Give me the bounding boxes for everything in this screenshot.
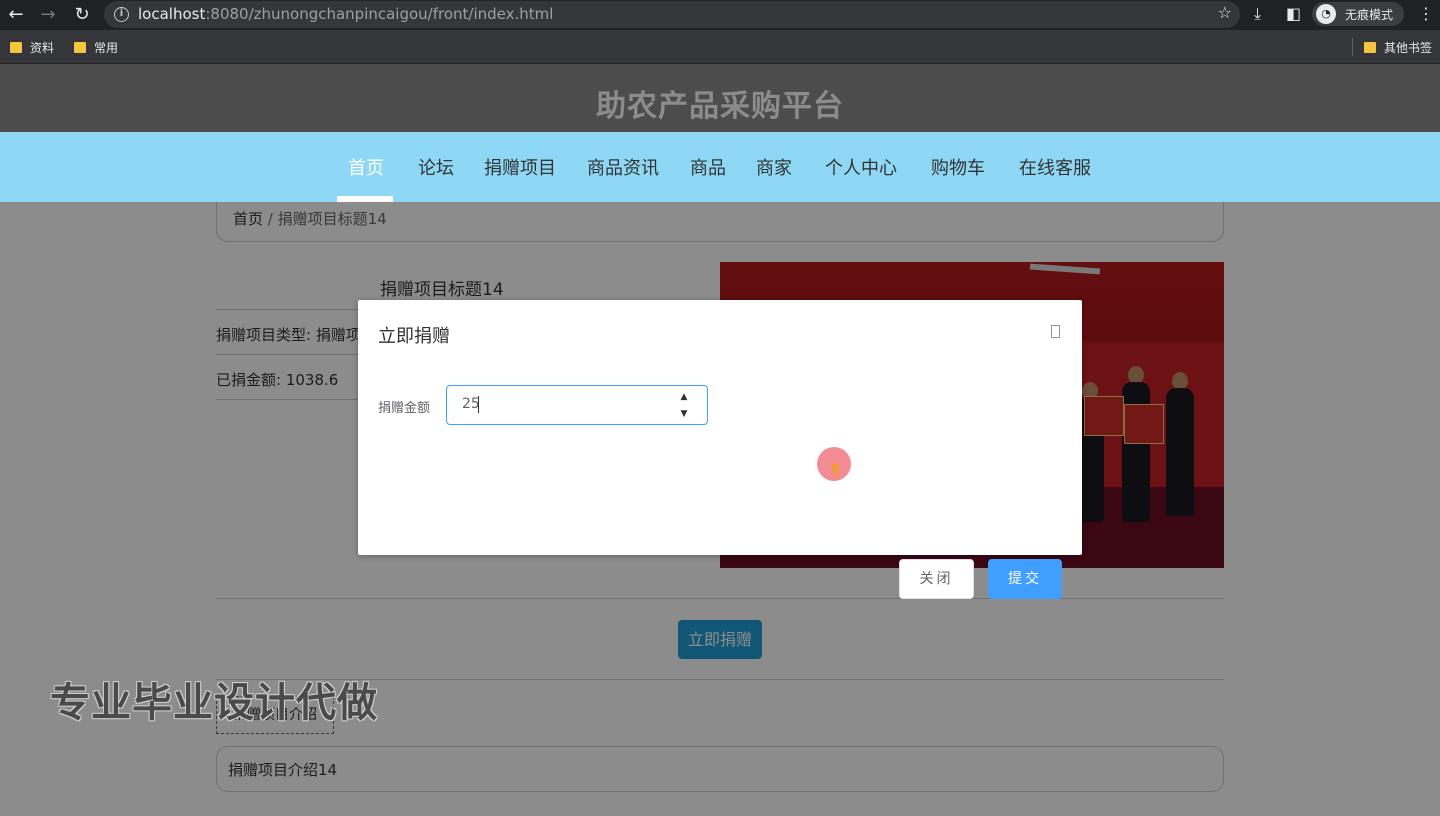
bookmark-folder-ziliao[interactable]: 资料	[10, 39, 54, 55]
nav-item-cart[interactable]: 购物车	[931, 154, 985, 180]
decrement-icon[interactable]: ▼	[677, 407, 691, 421]
sidepanel-icon[interactable]: ◧	[1286, 4, 1301, 23]
star-icon[interactable]: ☆	[1218, 3, 1232, 22]
increment-icon[interactable]: ▲	[677, 390, 691, 404]
bookmark-label: 其他书签	[1384, 41, 1433, 55]
forward-icon[interactable]: →	[36, 3, 60, 27]
back-icon[interactable]: ←	[4, 3, 28, 27]
browser-toolbar: ← → ↻ i localhost:8080/zhunongchanpincai…	[0, 0, 1440, 30]
download-icon[interactable]: ⤓	[1254, 4, 1261, 24]
bookmark-folder-other[interactable]: 其他书签	[1364, 39, 1432, 55]
donation-amount-input[interactable]: 25 ▲ ▼	[446, 385, 708, 425]
nav-item-donation-projects[interactable]: 捐赠项目	[484, 154, 556, 180]
close-button[interactable]: 关闭	[899, 559, 974, 599]
nav-item-online-service[interactable]: 在线客服	[1019, 154, 1091, 180]
address-bar[interactable]: i localhost:8080/zhunongchanpincaigou/fr…	[104, 1, 1240, 28]
donation-amount-label: 捐赠金额	[378, 401, 431, 416]
bookmark-label: 常用	[94, 41, 119, 55]
submit-button[interactable]: 提交	[988, 559, 1062, 599]
info-icon[interactable]: i	[114, 7, 129, 22]
nav-item-merchants[interactable]: 商家	[756, 154, 792, 180]
bookmarks-bar: 资料 常用 其他书签	[0, 30, 1440, 64]
nav-active-indicator	[337, 196, 393, 202]
incognito-label: 无痕模式	[1345, 8, 1394, 22]
bookmark-folder-changyong[interactable]: 常用	[74, 39, 118, 55]
nav-item-product-news[interactable]: 商品资讯	[587, 154, 659, 180]
bookmark-label: 资料	[30, 41, 55, 55]
menu-dots-icon[interactable]: ⋮	[1418, 4, 1434, 23]
bookmark-separator	[1352, 38, 1353, 56]
nav-item-products[interactable]: 商品	[690, 154, 726, 180]
text-caret	[478, 396, 479, 413]
folder-icon	[10, 42, 22, 53]
url-text[interactable]: localhost:8080/zhunongchanpincaigou/fron…	[138, 5, 553, 23]
dialog-title: 立即捐赠	[378, 326, 450, 347]
nav-item-forum[interactable]: 论坛	[418, 154, 454, 180]
nav-item-home[interactable]: 首页	[348, 154, 384, 180]
page: 助农产品采购平台 首页 / 捐赠项目标题14 捐赠项目标题14 捐赠项目类型: …	[0, 64, 1440, 816]
incognito-indicator[interactable]: ◔ 无痕模式	[1312, 2, 1404, 26]
reload-icon[interactable]: ↻	[70, 3, 94, 27]
incognito-icon: ◔	[1316, 4, 1336, 24]
nav-item-personal-center[interactable]: 个人中心	[825, 154, 897, 180]
folder-icon	[1364, 42, 1376, 53]
url-path: :8080/zhunongchanpincaigou/front/index.h…	[205, 5, 554, 23]
folder-icon	[74, 42, 86, 53]
main-nav: 首页 论坛 捐赠项目 商品资讯 商品 商家 个人中心 购物车 在线客服	[0, 132, 1440, 202]
watermark-text: 专业毕业设计代做	[50, 680, 378, 726]
donate-dialog: 立即捐赠 捐赠金额 25 ▲ ▼ 关闭 提交	[358, 300, 1082, 599]
close-icon[interactable]	[1051, 325, 1060, 338]
url-host: localhost	[138, 5, 206, 23]
